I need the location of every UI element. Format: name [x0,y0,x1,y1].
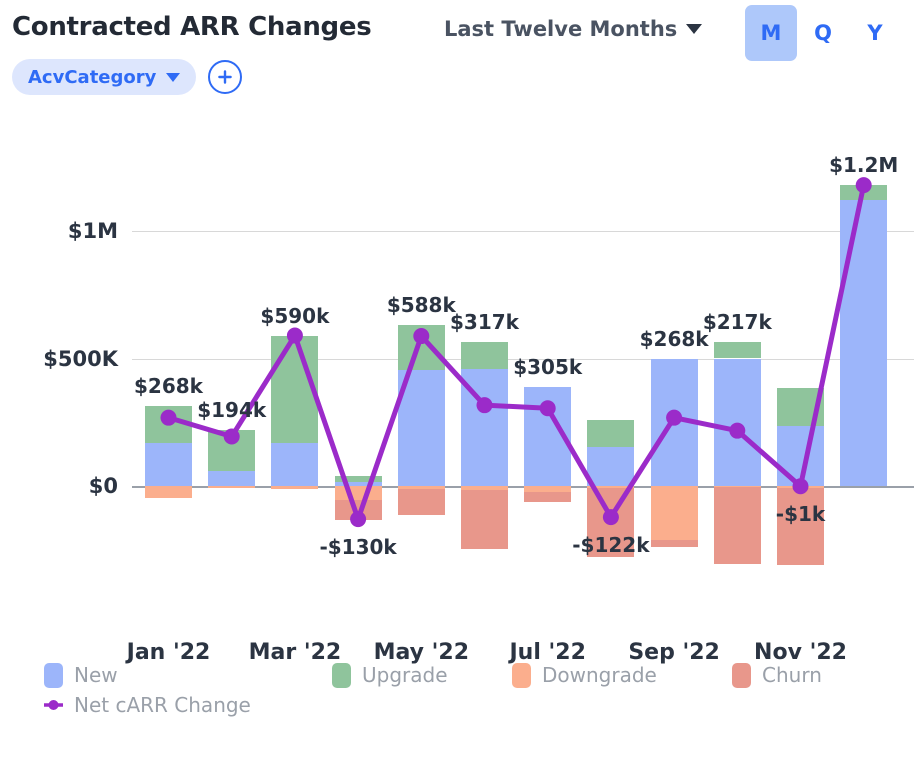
filter-bar: AcvCategory [12,59,243,95]
granularity-button-y[interactable]: Y [849,5,901,61]
legend-item-downgrade[interactable]: Downgrade [512,662,657,688]
legend-label: Downgrade [542,663,657,687]
net-carr-data-point[interactable] [476,397,493,414]
net-carr-data-point[interactable] [666,409,683,426]
page-title: Contracted ARR Changes [12,12,372,42]
y-axis: $1M $500K $0 [0,110,132,640]
grid-and-series: $268k $194k $590k -$130k $588k $317k $305k -$12… [132,110,914,640]
legend-label: Upgrade [362,663,448,687]
net-carr-data-point[interactable] [539,400,556,417]
legend-swatch-icon [732,662,751,688]
date-range-label: Last Twelve Months [444,17,678,41]
plot-area: $1M $500K $0 $268k $194k $590k -$130k $588k $31… [0,110,914,640]
data-label: $588k [386,292,456,317]
legend-item-net-carr-change[interactable]: Net cARR Change [44,693,251,718]
legend-swatch-icon [332,662,351,688]
net-carr-data-point[interactable] [286,327,303,344]
granularity-button-m[interactable]: M [745,5,797,61]
legend-line-dot-icon [44,693,63,718]
date-range-dropdown[interactable]: Last Twelve Months [444,17,703,41]
legend-label: Net cARR Change [74,693,251,717]
legend-row-secondary: Net cARR Change [44,690,904,720]
data-label: -$1k [775,502,826,527]
add-filter-button[interactable] [208,60,243,94]
chevron-down-icon [166,72,181,82]
net-carr-data-point[interactable] [855,177,872,194]
legend-row-primary: New Upgrade Downgrade Churn [44,660,904,690]
plus-icon [218,70,233,84]
data-label: $305k [513,354,583,379]
data-label: $268k [639,326,709,351]
legend-label: New [74,663,118,687]
chevron-down-icon [686,24,703,34]
legend-item-upgrade[interactable]: Upgrade [332,662,448,688]
net-carr-data-point[interactable] [602,509,619,526]
data-label: -$130k [319,535,397,560]
data-label: $194k [197,397,267,422]
chart-header: Contracted ARR Changes Last Twelve Month… [0,0,914,110]
net-carr-data-point[interactable] [223,428,240,445]
net-carr-line-path [166,182,867,522]
net-carr-data-point[interactable] [160,409,177,426]
y-axis-tick-label: $1M [67,219,118,243]
arr-changes-chart-card: Contracted ARR Changes Last Twelve Month… [0,0,914,766]
filter-pill-label: AcvCategory [28,66,157,88]
filter-pill-acvcategory[interactable]: AcvCategory [12,59,197,95]
net-carr-data-point[interactable] [729,422,746,439]
granularity-toggle-group: MQY [745,5,901,61]
net-carr-data-point[interactable] [350,511,367,528]
y-axis-tick-label: $500K [43,346,118,371]
net-carr-data-point[interactable] [413,328,430,345]
legend-item-churn[interactable]: Churn [732,662,822,688]
data-label: $217k [702,309,772,334]
data-label: $590k [260,303,330,328]
legend-label: Churn [762,663,822,687]
chart-legend: New Upgrade Downgrade Churn Net cARR Change [44,660,904,720]
data-label: $1.2M [829,153,899,178]
legend-item-new[interactable]: New [44,662,118,688]
granularity-button-q[interactable]: Q [797,5,849,61]
data-label: $268k [134,373,203,398]
y-axis-tick-label: $0 [88,474,118,498]
data-label: -$122k [572,533,650,558]
legend-swatch-icon [44,662,63,688]
legend-swatch-icon [512,662,531,688]
net-carr-data-point[interactable] [792,478,809,495]
data-label: $317k [450,309,519,334]
